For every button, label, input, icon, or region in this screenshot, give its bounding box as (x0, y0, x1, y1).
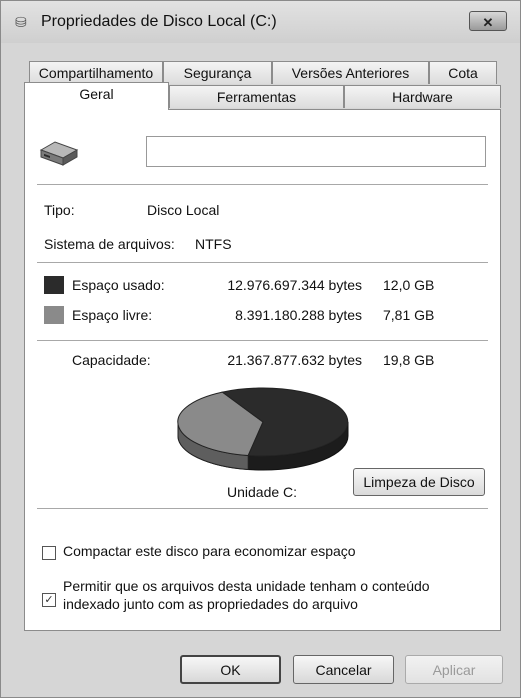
separator (37, 508, 488, 509)
tab-geral[interactable]: Geral (24, 82, 169, 110)
drive-icon: ⛁ (15, 14, 27, 30)
tab-cota[interactable]: Cota (429, 61, 497, 84)
compress-checkbox[interactable] (42, 546, 56, 560)
filesystem-label: Sistema de arquivos: (44, 236, 175, 252)
disk-usage-pie-chart (177, 387, 349, 471)
index-label-line2: indexado junto com as propriedades do ar… (63, 596, 358, 612)
separator (37, 262, 488, 263)
free-space-bytes: 8.391.180.288 bytes (235, 307, 362, 323)
type-label: Tipo: (44, 202, 75, 218)
used-space-label: Espaço usado: (72, 277, 165, 293)
free-space-label: Espaço livre: (72, 307, 153, 323)
drive-label: Unidade C: (227, 484, 298, 500)
free-space-swatch (44, 306, 64, 324)
used-space-bytes: 12.976.697.344 bytes (227, 277, 362, 293)
tab-versoes-anteriores[interactable]: Versões Anteriores (272, 61, 429, 84)
separator (37, 340, 488, 341)
free-space-size: 7,81 GB (383, 307, 435, 323)
compress-label: Compactar este disco para economizar esp… (63, 543, 356, 559)
capacity-size: 19,8 GB (383, 352, 435, 368)
tab-compartilhamento[interactable]: Compartilhamento (29, 61, 163, 84)
hard-disk-icon (39, 141, 79, 166)
capacity-label: Capacidade: (72, 352, 151, 368)
properties-dialog: ⛁ Propriedades de Disco Local (C:) ✕ Com… (0, 0, 521, 698)
filesystem-value: NTFS (195, 236, 232, 252)
drive-name-input[interactable] (146, 136, 486, 167)
tab-ferramentas[interactable]: Ferramentas (169, 85, 344, 108)
separator (37, 184, 488, 185)
title-bar[interactable]: ⛁ Propriedades de Disco Local (C:) ✕ (1, 1, 520, 43)
used-space-size: 12,0 GB (383, 277, 435, 293)
close-button[interactable]: ✕ (469, 11, 507, 31)
window-title: Propriedades de Disco Local (C:) (41, 13, 277, 30)
ok-button[interactable]: OK (180, 655, 281, 684)
tab-seguranca[interactable]: Segurança (163, 61, 272, 84)
capacity-bytes: 21.367.877.632 bytes (227, 352, 362, 368)
disk-cleanup-button[interactable]: Limpeza de Disco (353, 468, 485, 496)
index-label-line1: Permitir que os arquivos desta unidade t… (63, 578, 430, 594)
apply-button[interactable]: Aplicar (405, 655, 503, 684)
used-space-swatch (44, 276, 64, 294)
cancel-button[interactable]: Cancelar (293, 655, 394, 684)
type-value: Disco Local (147, 202, 220, 218)
tab-hardware[interactable]: Hardware (344, 85, 501, 108)
index-checkbox[interactable]: ✓ (42, 593, 56, 607)
general-tab-panel: Tipo: Disco Local Sistema de arquivos: N… (24, 109, 501, 631)
